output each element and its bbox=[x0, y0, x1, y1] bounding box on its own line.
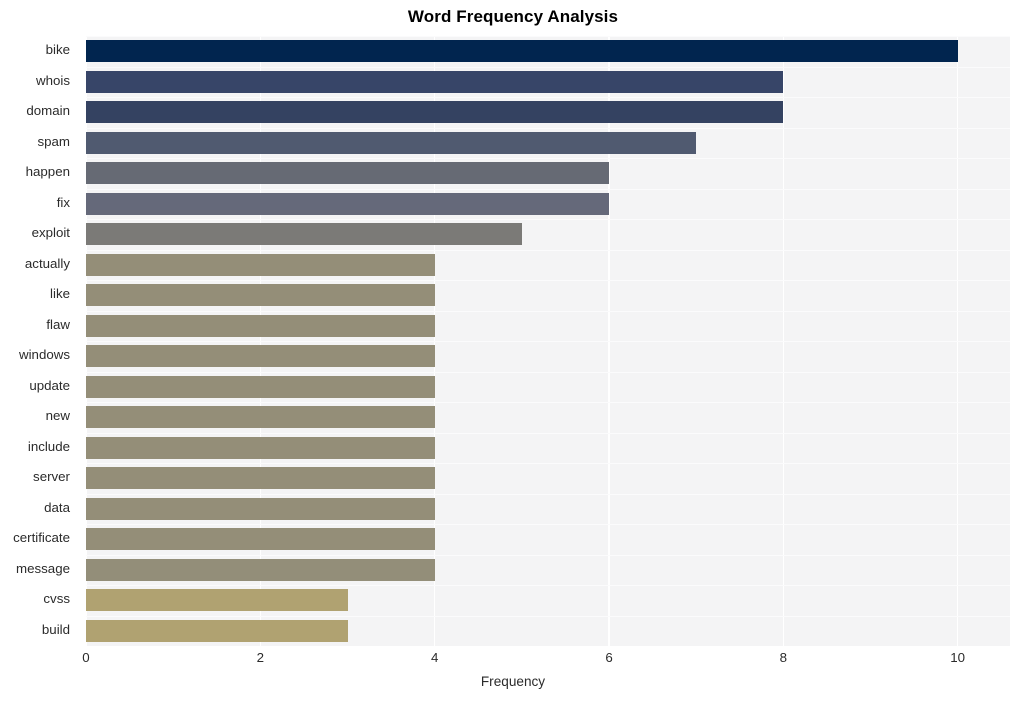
x-tick-label: 4 bbox=[430, 650, 439, 665]
y-gridline bbox=[86, 402, 1010, 404]
y-gridline bbox=[86, 66, 1010, 68]
y-gridline bbox=[86, 432, 1010, 434]
y-tick-label: exploit bbox=[31, 225, 70, 241]
y-tick-label: server bbox=[33, 469, 70, 485]
bar bbox=[86, 131, 697, 154]
y-gridline bbox=[86, 188, 1010, 190]
y-gridline bbox=[86, 554, 1010, 556]
y-tick-label: flaw bbox=[46, 316, 70, 332]
y-gridline bbox=[86, 280, 1010, 282]
bar bbox=[86, 284, 435, 307]
bar bbox=[86, 467, 435, 490]
bar bbox=[86, 589, 348, 612]
bar bbox=[86, 70, 784, 93]
x-tick-label: 10 bbox=[950, 650, 966, 665]
bar bbox=[86, 192, 610, 215]
bar bbox=[86, 558, 435, 581]
y-gridline bbox=[86, 310, 1010, 312]
y-axis-tick-labels: bike whois domain spam happen fix exploit actua… bbox=[0, 36, 78, 646]
x-axis-tick-labels: 0 2 4 6 8 10 bbox=[0, 650, 1026, 674]
bar bbox=[86, 101, 784, 124]
y-tick-label: data bbox=[44, 499, 70, 515]
y-gridline bbox=[86, 463, 1010, 465]
y-tick-label: actually bbox=[24, 255, 70, 271]
y-gridline bbox=[86, 127, 1010, 129]
chart-title: Word Frequency Analysis bbox=[407, 7, 619, 26]
x-tick-label: 6 bbox=[605, 650, 613, 665]
y-tick-label: fix bbox=[56, 194, 70, 210]
y-tick-label: certificate bbox=[13, 530, 70, 546]
y-tick-label: update bbox=[29, 377, 70, 393]
bar bbox=[86, 314, 435, 337]
y-gridline bbox=[86, 219, 1010, 221]
bar bbox=[86, 619, 348, 642]
bar bbox=[86, 375, 435, 398]
x-axis-label: Frequency bbox=[480, 674, 546, 689]
bar bbox=[86, 406, 435, 429]
y-tick-label: spam bbox=[37, 133, 70, 149]
y-gridline bbox=[86, 493, 1010, 495]
y-tick-label: bike bbox=[45, 42, 70, 58]
y-gridline bbox=[86, 97, 1010, 99]
y-gridline bbox=[86, 371, 1010, 373]
y-tick-label: windows bbox=[19, 347, 70, 363]
y-gridline bbox=[86, 615, 1010, 617]
x-tick-label: 8 bbox=[779, 650, 788, 665]
y-tick-label: cvss bbox=[43, 591, 70, 607]
bar bbox=[86, 436, 435, 459]
bar bbox=[86, 162, 610, 185]
chart-figure: Word Frequency Analysis bike whois domain s… bbox=[0, 0, 1026, 701]
bar bbox=[86, 528, 435, 551]
bar bbox=[86, 40, 958, 63]
plot-area bbox=[86, 36, 1010, 646]
y-gridline bbox=[86, 341, 1010, 343]
bar bbox=[86, 223, 522, 246]
y-tick-label: like bbox=[50, 286, 70, 302]
y-gridline bbox=[86, 36, 1010, 38]
x-tick-label: 2 bbox=[256, 650, 265, 665]
x-tick-label: 0 bbox=[82, 650, 90, 665]
y-tick-label: happen bbox=[25, 164, 70, 180]
y-gridline bbox=[86, 249, 1010, 251]
y-tick-label: whois bbox=[36, 72, 70, 88]
bar bbox=[86, 345, 435, 368]
y-tick-label: message bbox=[16, 560, 70, 576]
y-tick-label: new bbox=[45, 408, 70, 424]
y-tick-label: include bbox=[27, 438, 70, 454]
bar bbox=[86, 497, 435, 520]
y-gridline bbox=[86, 158, 1010, 160]
y-gridline bbox=[86, 585, 1010, 587]
bar bbox=[86, 253, 435, 276]
y-tick-label: build bbox=[41, 621, 70, 637]
y-gridline bbox=[86, 524, 1010, 526]
y-tick-label: domain bbox=[26, 103, 70, 119]
